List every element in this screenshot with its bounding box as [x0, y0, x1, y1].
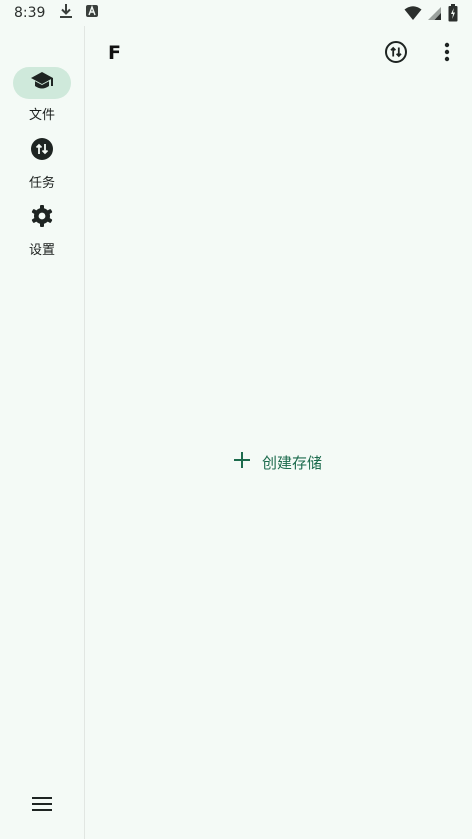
navigation-rail: 文件 任务 设置	[0, 26, 85, 839]
nav-active-indicator	[13, 67, 71, 99]
menu-icon	[31, 796, 53, 816]
top-app-bar: F	[85, 26, 472, 82]
page-title: F	[108, 42, 121, 64]
nav-item-tasks[interactable]: 任务	[0, 135, 84, 191]
plus-icon	[234, 452, 250, 472]
nav-label-settings: 设置	[28, 243, 55, 258]
nav-item-files[interactable]: 文件	[0, 67, 84, 123]
more-vert-icon	[444, 42, 450, 66]
status-notification-icons	[59, 3, 99, 23]
graduation-cap-icon	[30, 71, 54, 95]
app-screen: 8:39 文件 任务 设置 F 创建存储	[0, 0, 472, 839]
nav-item-settings[interactable]: 设置	[0, 202, 84, 258]
nav-indicator-tasks	[13, 135, 71, 167]
wifi-icon	[404, 5, 422, 25]
transfer-icon	[30, 137, 54, 165]
status-bar: 8:39	[0, 0, 472, 26]
transfer-button[interactable]	[380, 38, 412, 70]
gear-icon	[30, 204, 54, 232]
menu-button[interactable]	[26, 792, 58, 820]
a-box-icon	[85, 4, 99, 22]
download-icon	[59, 3, 73, 23]
signal-icon	[428, 5, 442, 25]
nav-label-files: 文件	[28, 108, 55, 123]
more-options-button[interactable]	[431, 38, 463, 70]
transfer-outline-icon	[384, 40, 408, 68]
create-storage-button[interactable]: 创建存储	[226, 446, 330, 478]
nav-indicator-settings	[13, 202, 71, 234]
nav-label-tasks: 任务	[28, 176, 55, 191]
status-system-icons	[404, 4, 458, 26]
create-storage-label: 创建存储	[262, 453, 323, 472]
status-time: 8:39	[14, 5, 46, 21]
battery-icon	[448, 4, 458, 26]
